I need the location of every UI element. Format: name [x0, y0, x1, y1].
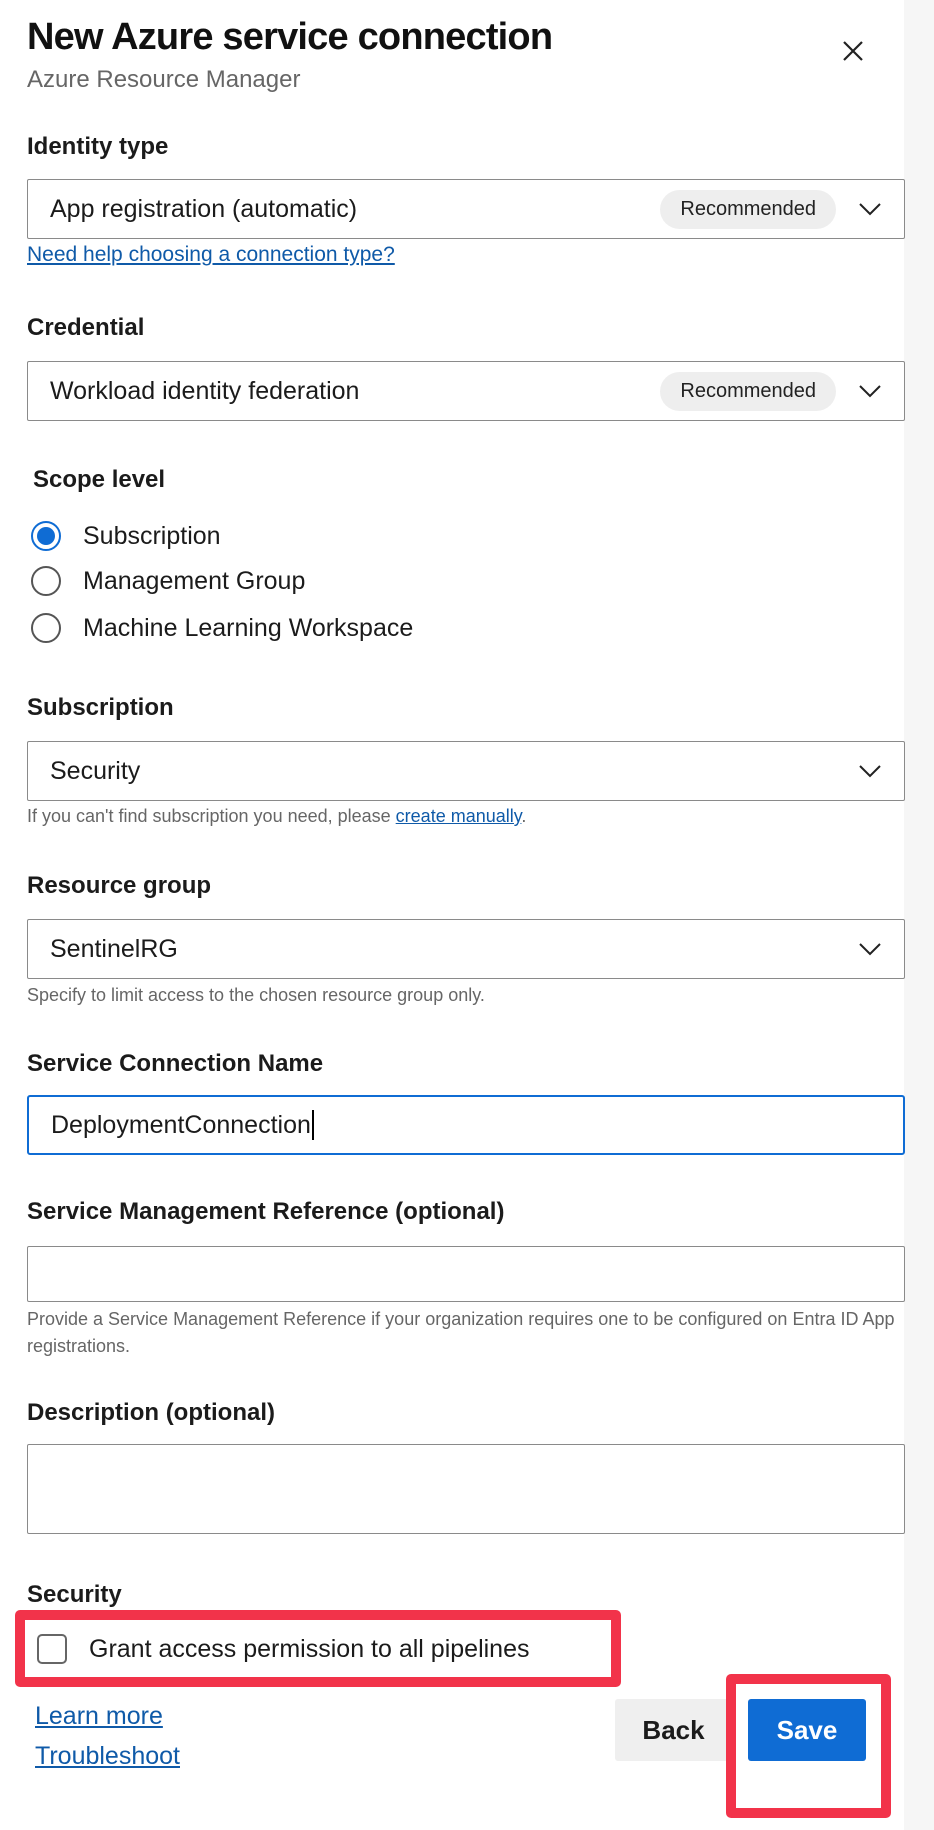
recommended-badge: Recommended — [660, 371, 836, 411]
service-management-reference-label: Service Management Reference (optional) — [27, 1198, 505, 1225]
troubleshoot-link[interactable]: Troubleshoot — [35, 1742, 180, 1771]
resource-group-select[interactable]: SentinelRG — [27, 919, 905, 979]
subscription-value: Security — [50, 756, 141, 785]
service-management-reference-help: Provide a Service Management Reference i… — [27, 1309, 895, 1356]
close-icon[interactable] — [836, 34, 870, 68]
identity-type-label: Identity type — [27, 133, 169, 160]
radio-unselected-icon — [31, 613, 61, 643]
checkbox-unchecked-icon — [37, 1634, 67, 1664]
credential-select[interactable]: Workload identity federation Recommended — [27, 361, 905, 421]
create-manually-link[interactable]: create manually — [396, 806, 522, 826]
security-label: Security — [27, 1581, 122, 1608]
service-connection-name-input[interactable]: DeploymentConnection — [27, 1095, 905, 1155]
resource-group-label: Resource group — [27, 872, 212, 899]
scope-level-label: Scope level — [33, 466, 166, 493]
input-value: DeploymentConnection — [51, 1110, 311, 1139]
chevron-down-icon — [859, 943, 881, 956]
back-button[interactable]: Back — [615, 1699, 732, 1761]
grant-access-checkbox[interactable]: Grant access permission to all pipelines — [37, 1634, 529, 1664]
service-connection-name-label: Service Connection Name — [27, 1050, 324, 1077]
scrollbar-track — [904, 0, 934, 1830]
radio-management-group[interactable]: Management Group — [31, 566, 305, 596]
subscription-select[interactable]: Security — [27, 741, 905, 801]
radio-label: Management Group — [83, 566, 306, 595]
radio-machine-learning-workspace[interactable]: Machine Learning Workspace — [31, 613, 413, 643]
identity-type-value: App registration (automatic) — [50, 194, 358, 223]
credential-value: Workload identity federation — [50, 376, 360, 405]
identity-type-select[interactable]: App registration (automatic) Recommended — [27, 179, 905, 239]
save-button[interactable]: Save — [748, 1699, 866, 1761]
resource-group-value: SentinelRG — [50, 934, 178, 963]
subscription-label: Subscription — [27, 694, 174, 721]
learn-more-link[interactable]: Learn more — [35, 1702, 163, 1731]
radio-subscription[interactable]: Subscription — [31, 521, 221, 551]
page-title: New Azure service connection — [27, 16, 553, 58]
radio-selected-icon — [31, 521, 61, 551]
checkbox-label: Grant access permission to all pipelines — [89, 1634, 530, 1663]
page-subtitle: Azure Resource Manager — [27, 66, 301, 93]
chevron-down-icon — [859, 765, 881, 778]
service-management-reference-input[interactable] — [27, 1246, 905, 1302]
radio-label: Subscription — [83, 521, 221, 550]
text-caret — [311, 1110, 314, 1140]
chevron-down-icon — [859, 203, 881, 216]
resource-group-help: Specify to limit access to the chosen re… — [27, 985, 485, 1005]
description-textarea[interactable] — [27, 1444, 905, 1534]
credential-label: Credential — [27, 314, 145, 341]
radio-label: Machine Learning Workspace — [83, 613, 414, 642]
help-text: If you can't find subscription you need,… — [27, 806, 396, 826]
connection-type-help-link[interactable]: Need help choosing a connection type? — [27, 243, 395, 267]
description-label: Description (optional) — [27, 1399, 275, 1426]
recommended-badge: Recommended — [660, 189, 836, 229]
radio-unselected-icon — [31, 566, 61, 596]
help-text: . — [521, 806, 527, 826]
subscription-help: If you can't find subscription you need,… — [27, 806, 526, 827]
chevron-down-icon — [859, 385, 881, 398]
